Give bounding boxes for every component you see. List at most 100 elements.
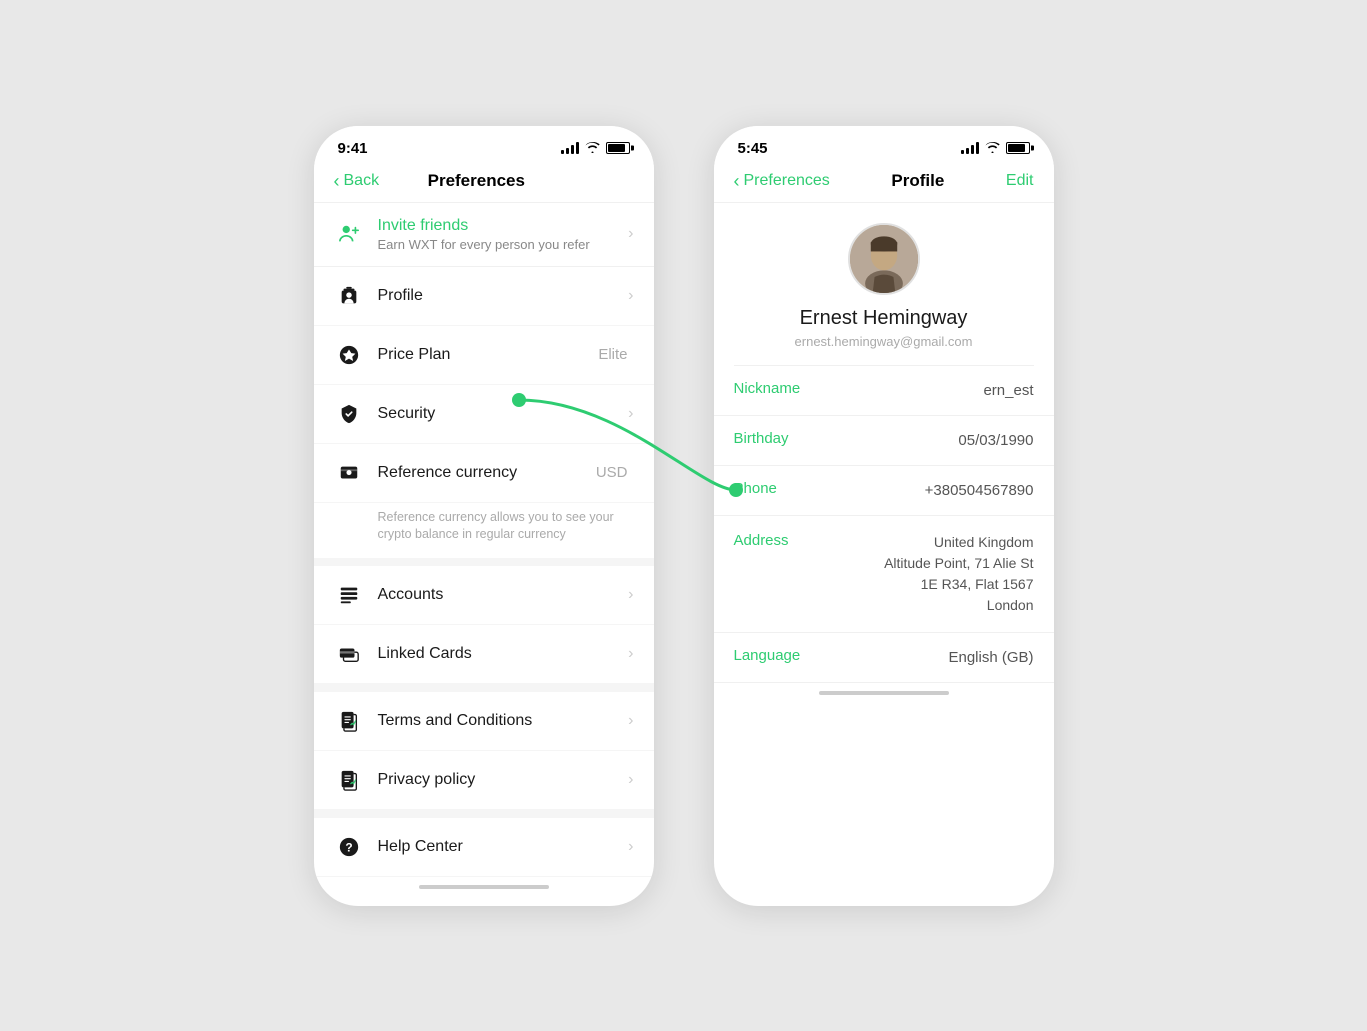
nav-bar-left: ‹ Back Preferences — [314, 165, 654, 203]
birthday-value: 05/03/1990 — [958, 430, 1033, 451]
price-plan-icon — [334, 340, 364, 370]
accounts-content: Accounts — [378, 586, 629, 604]
profile-label: Profile — [378, 287, 629, 305]
terms-icon — [334, 706, 364, 736]
language-label: Language — [734, 647, 824, 664]
profile-chevron-icon: › — [628, 287, 633, 305]
help-chevron-icon: › — [628, 838, 633, 856]
connector-curve — [0, 0, 1367, 1031]
linked-cards-content: Linked Cards — [378, 645, 629, 663]
reference-currency-value: USD — [596, 464, 628, 481]
status-bar-left: 9:41 — [314, 126, 654, 165]
status-bar-right: 5:45 — [714, 126, 1054, 165]
security-label: Security — [378, 405, 629, 423]
reference-currency-label: Reference currency — [378, 464, 596, 482]
battery-icon-right — [1006, 142, 1030, 154]
accounts-chevron-icon: › — [628, 586, 633, 604]
privacy-label: Privacy policy — [378, 771, 629, 789]
invite-friends-item[interactable]: Invite friends Earn WXT for every person… — [314, 203, 654, 266]
linked-cards-item[interactable]: Linked Cards › — [314, 625, 654, 684]
phone-value: +380504567890 — [925, 480, 1034, 501]
language-value: English (GB) — [948, 647, 1033, 668]
terms-content: Terms and Conditions — [378, 712, 629, 730]
wifi-icon-right — [985, 141, 1000, 156]
avatar — [848, 223, 920, 295]
help-content: Help Center — [378, 838, 629, 856]
invite-content: Invite friends Earn WXT for every person… — [378, 217, 629, 252]
time-right: 5:45 — [738, 140, 768, 157]
privacy-item[interactable]: Privacy policy › — [314, 751, 654, 810]
price-plan-label: Price Plan — [378, 346, 599, 364]
back-label-right: Preferences — [744, 172, 830, 190]
nickname-value: ern_est — [983, 380, 1033, 401]
status-icons-right — [961, 141, 1030, 156]
status-icons-left — [561, 141, 630, 156]
privacy-icon — [334, 765, 364, 795]
reference-currency-icon — [334, 458, 364, 488]
address-field[interactable]: Address United Kingdom Altitude Point, 7… — [714, 516, 1054, 633]
section-gap-2 — [314, 810, 654, 818]
back-button-left[interactable]: ‹ Back — [334, 171, 380, 192]
privacy-content: Privacy policy — [378, 771, 629, 789]
birthday-field[interactable]: Birthday 05/03/1990 — [714, 416, 1054, 466]
invite-label: Invite friends — [378, 217, 629, 235]
profile-icon — [334, 281, 364, 311]
user-name: Ernest Hemingway — [800, 307, 968, 330]
signal-icon-right — [961, 142, 979, 154]
phone-left: 9:41 ‹ Back Pr — [314, 126, 654, 906]
chevron-left-icon-right: ‹ — [734, 171, 740, 192]
wifi-icon — [585, 141, 600, 156]
chevron-left-icon: ‹ — [334, 171, 340, 192]
terms-item[interactable]: Terms and Conditions › — [314, 692, 654, 751]
invite-icon — [334, 219, 364, 249]
invite-section: Invite friends Earn WXT for every person… — [314, 203, 654, 267]
help-icon: ? — [334, 832, 364, 862]
language-field[interactable]: Language English (GB) — [714, 633, 1054, 683]
price-plan-item[interactable]: Price Plan Elite — [314, 326, 654, 385]
scene: 9:41 ‹ Back Pr — [0, 0, 1367, 1031]
linked-cards-chevron-icon: › — [628, 645, 633, 663]
profile-item[interactable]: Profile › — [314, 267, 654, 326]
nav-title-left: Preferences — [428, 171, 525, 191]
time-left: 9:41 — [338, 140, 368, 157]
phone-field[interactable]: Phone +380504567890 — [714, 466, 1054, 516]
nav-bar-right: ‹ Preferences Profile Edit — [714, 165, 1054, 203]
accounts-label: Accounts — [378, 586, 629, 604]
accounts-icon — [334, 580, 364, 610]
linked-cards-label: Linked Cards — [378, 645, 629, 663]
home-indicator-right — [819, 691, 949, 695]
profile-content: Profile — [378, 287, 629, 305]
reference-currency-item[interactable]: Reference currency USD — [314, 444, 654, 503]
home-indicator-left — [419, 885, 549, 889]
security-chevron-icon: › — [628, 405, 633, 423]
invite-sublabel: Earn WXT for every person you refer — [378, 237, 629, 252]
nickname-field[interactable]: Nickname ern_est — [714, 366, 1054, 416]
address-label: Address — [734, 532, 824, 549]
terms-chevron-icon: › — [628, 712, 633, 730]
profile-header: Ernest Hemingway ernest.hemingway@gmail.… — [714, 203, 1054, 365]
security-item[interactable]: Security › — [314, 385, 654, 444]
terms-label: Terms and Conditions — [378, 712, 629, 730]
user-email: ernest.hemingway@gmail.com — [795, 334, 973, 349]
nav-title-right: Profile — [891, 171, 944, 191]
battery-icon — [606, 142, 630, 154]
section-gap-1 — [314, 684, 654, 692]
privacy-chevron-icon: › — [628, 771, 633, 789]
help-label: Help Center — [378, 838, 629, 856]
back-button-right[interactable]: ‹ Preferences — [734, 171, 830, 192]
signal-icon — [561, 142, 579, 154]
price-plan-content: Price Plan — [378, 346, 599, 364]
avatar-image — [850, 225, 918, 293]
reference-currency-note: Reference currency allows you to see you… — [314, 503, 654, 566]
price-plan-value: Elite — [598, 346, 627, 363]
svg-text:?: ? — [345, 840, 352, 854]
help-center-item[interactable]: ? Help Center › — [314, 818, 654, 877]
birthday-label: Birthday — [734, 430, 824, 447]
accounts-item[interactable]: Accounts › — [314, 566, 654, 625]
security-content: Security — [378, 405, 629, 423]
back-label-left: Back — [344, 172, 380, 190]
reference-currency-content: Reference currency — [378, 464, 596, 482]
phone-label: Phone — [734, 480, 824, 497]
nickname-label: Nickname — [734, 380, 824, 397]
edit-button[interactable]: Edit — [1006, 172, 1034, 190]
